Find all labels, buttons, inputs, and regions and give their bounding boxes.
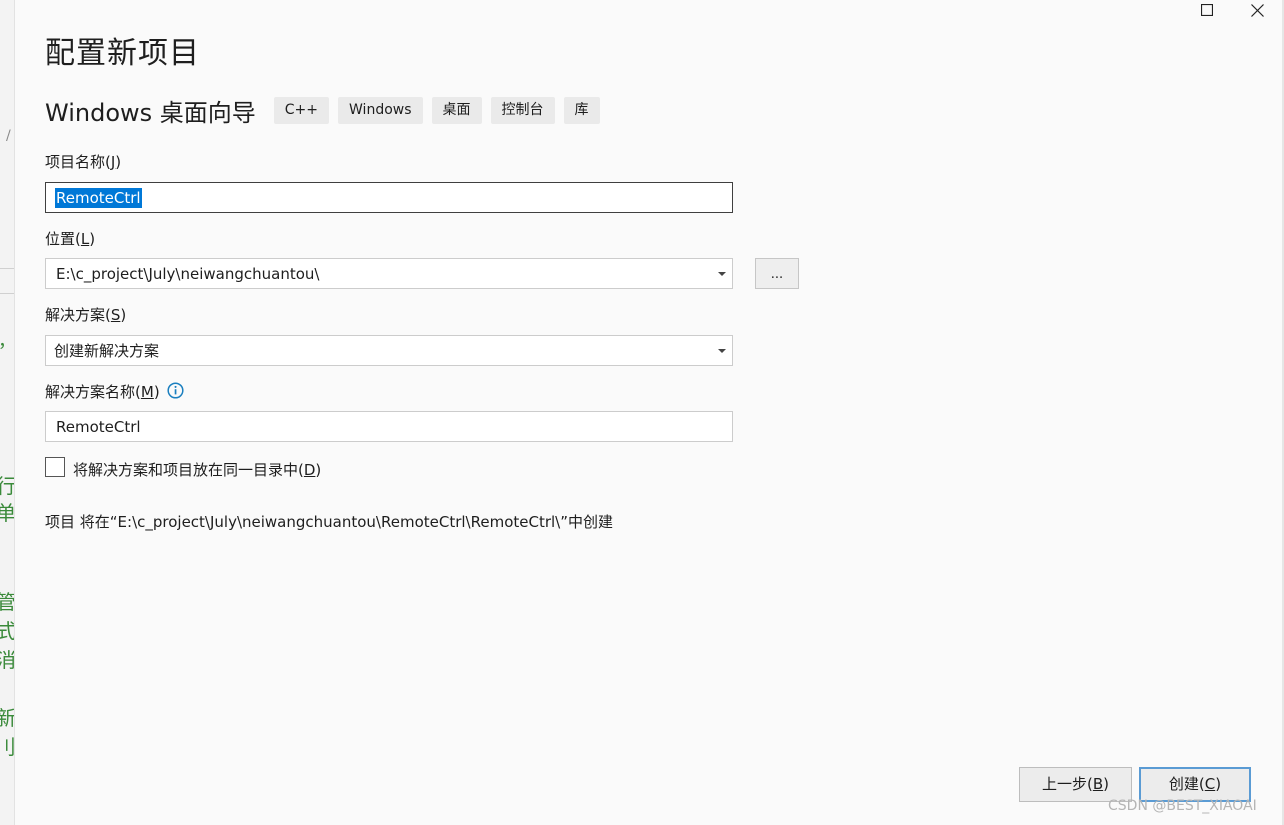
create-button[interactable]: 创建(C): [1139, 767, 1251, 802]
maximize-button[interactable]: [1184, 0, 1230, 20]
background-text: 消: [0, 644, 14, 673]
close-button[interactable]: [1234, 0, 1280, 20]
chevron-down-icon[interactable]: [718, 348, 726, 353]
tag-cpp: C++: [273, 96, 330, 124]
solution-name-label: 解决方案名称(M): [45, 383, 160, 401]
tag-windows: Windows: [338, 96, 423, 124]
solution-value: 创建新解决方案: [54, 342, 160, 360]
solution-name-value: RemoteCtrl: [56, 417, 141, 436]
background-window-strip: / ，2 行 单 管 式 消 新 刂: [0, 0, 15, 825]
background-text: 新: [0, 702, 14, 731]
back-button[interactable]: 上一步(B): [1019, 767, 1132, 802]
background-text: /: [6, 128, 11, 144]
solution-name-input[interactable]: RemoteCtrl: [45, 411, 733, 442]
background-text: 式: [0, 615, 14, 644]
background-text: 行: [0, 470, 14, 499]
watermark: CSDN @BEST_XIAOAI: [1108, 798, 1257, 814]
close-icon: [1250, 3, 1264, 17]
info-icon[interactable]: [167, 382, 184, 399]
template-name: Windows 桌面向导: [45, 98, 256, 127]
project-name-label: 项目名称(J): [45, 153, 122, 171]
same-directory-label[interactable]: 将解决方案和项目放在同一目录中(D): [73, 459, 321, 480]
maximize-icon: [1201, 4, 1213, 16]
location-label: 位置(L): [45, 230, 96, 248]
same-directory-checkbox[interactable]: [45, 457, 65, 477]
location-combobox[interactable]: E:\c_project\July\neiwangchuantou\: [45, 258, 733, 289]
page-title: 配置新项目: [45, 36, 200, 71]
solution-label: 解决方案(S): [45, 306, 127, 324]
project-name-value: RemoteCtrl: [55, 187, 142, 208]
background-divider: [0, 268, 14, 269]
project-name-input[interactable]: RemoteCtrl: [45, 182, 733, 213]
create-location-info: 项目 将在“E:\c_project\July\neiwangchuantou\…: [45, 513, 613, 531]
background-text: 管: [0, 586, 14, 615]
tag-library: 库: [563, 96, 600, 124]
tag-desktop: 桌面: [431, 96, 482, 124]
location-value: E:\c_project\July\neiwangchuantou\: [56, 264, 320, 283]
solution-select[interactable]: 创建新解决方案: [45, 335, 733, 366]
background-text: 刂: [0, 731, 14, 760]
chevron-down-icon[interactable]: [718, 271, 726, 276]
tag-console: 控制台: [490, 96, 555, 124]
background-text: 单: [0, 497, 14, 526]
browse-button[interactable]: ...: [755, 258, 799, 289]
background-divider: [0, 293, 14, 294]
background-text: ，2: [0, 327, 14, 353]
template-header: Windows 桌面向导 C++ Windows 桌面 控制台 库: [45, 95, 609, 127]
